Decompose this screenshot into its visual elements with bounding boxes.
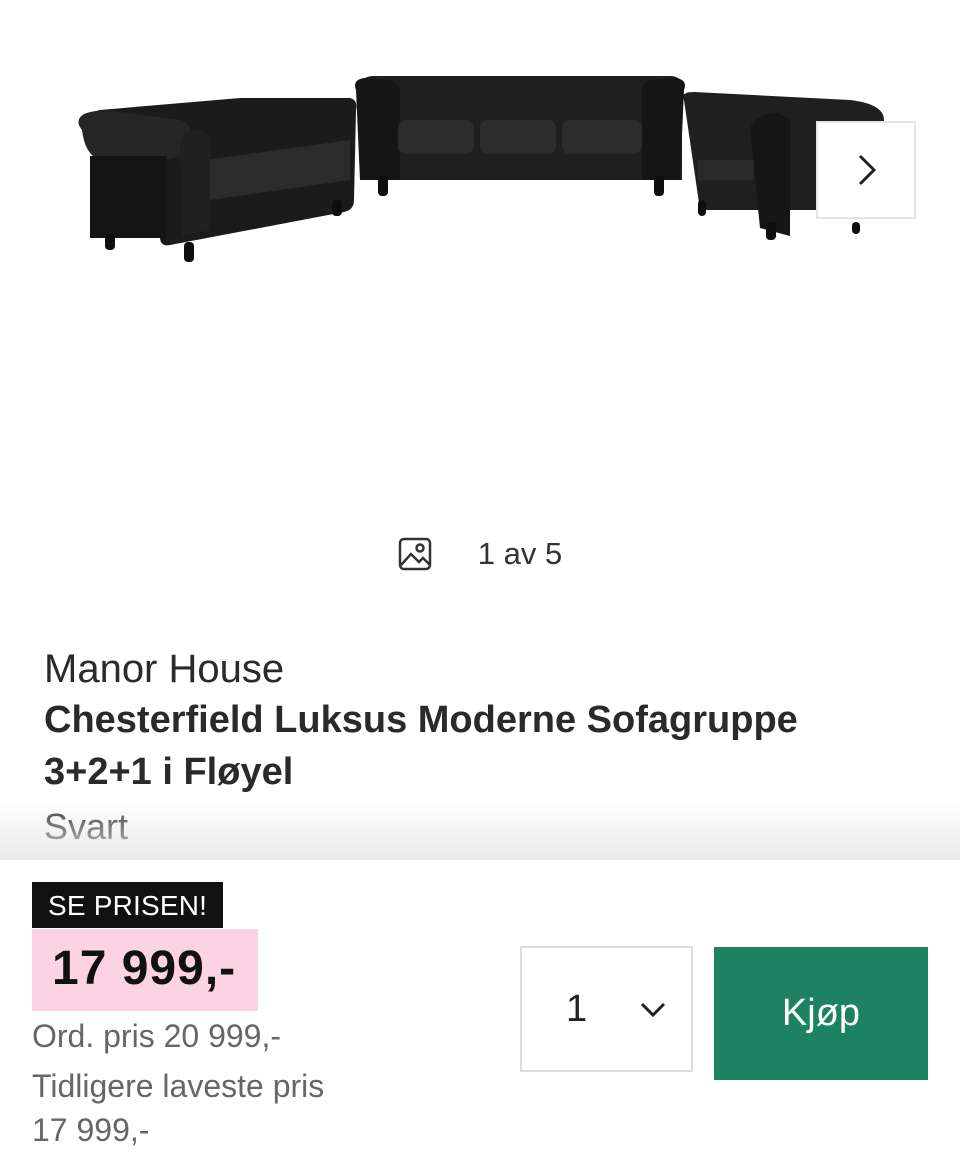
image-icon: [398, 537, 432, 571]
product-image-gallery[interactable]: [0, 0, 960, 520]
previous-lowest-price: Tidligere laveste pris 17 999,-: [32, 1064, 412, 1152]
quantity-value: 1: [566, 988, 588, 1030]
price-highlight: 17 999,-: [32, 929, 258, 1011]
current-price: 17 999,-: [52, 942, 237, 995]
buy-bar: SE PRISEN! 17 999,- Ord. pris 20 999,- T…: [0, 860, 960, 1156]
product-title-line2: 3+2+1 i Fløyel: [44, 751, 294, 793]
buy-button[interactable]: Kjøp: [714, 947, 928, 1080]
product-title: Chesterfield Luksus Moderne Sofagruppe 3…: [44, 694, 924, 798]
chevron-down-icon: [640, 1002, 666, 1018]
previous-lowest-label: Tidligere laveste pris: [32, 1068, 325, 1104]
ordinary-price: Ord. pris 20 999,-: [32, 1018, 281, 1054]
image-counter: 1 av 5: [0, 536, 960, 572]
chevron-right-icon: [858, 154, 877, 186]
product-image[interactable]: [60, 60, 900, 280]
scroll-fade: [0, 800, 960, 860]
quantity-select[interactable]: 1: [520, 946, 693, 1072]
product-title-line1: Chesterfield Luksus Moderne Sofagruppe: [44, 699, 798, 741]
product-brand[interactable]: Manor House: [44, 644, 924, 694]
price-badge: SE PRISEN!: [32, 882, 224, 928]
next-image-button[interactable]: [816, 121, 916, 219]
previous-lowest-value: 17 999,-: [32, 1112, 150, 1148]
image-counter-text: 1 av 5: [477, 536, 563, 571]
